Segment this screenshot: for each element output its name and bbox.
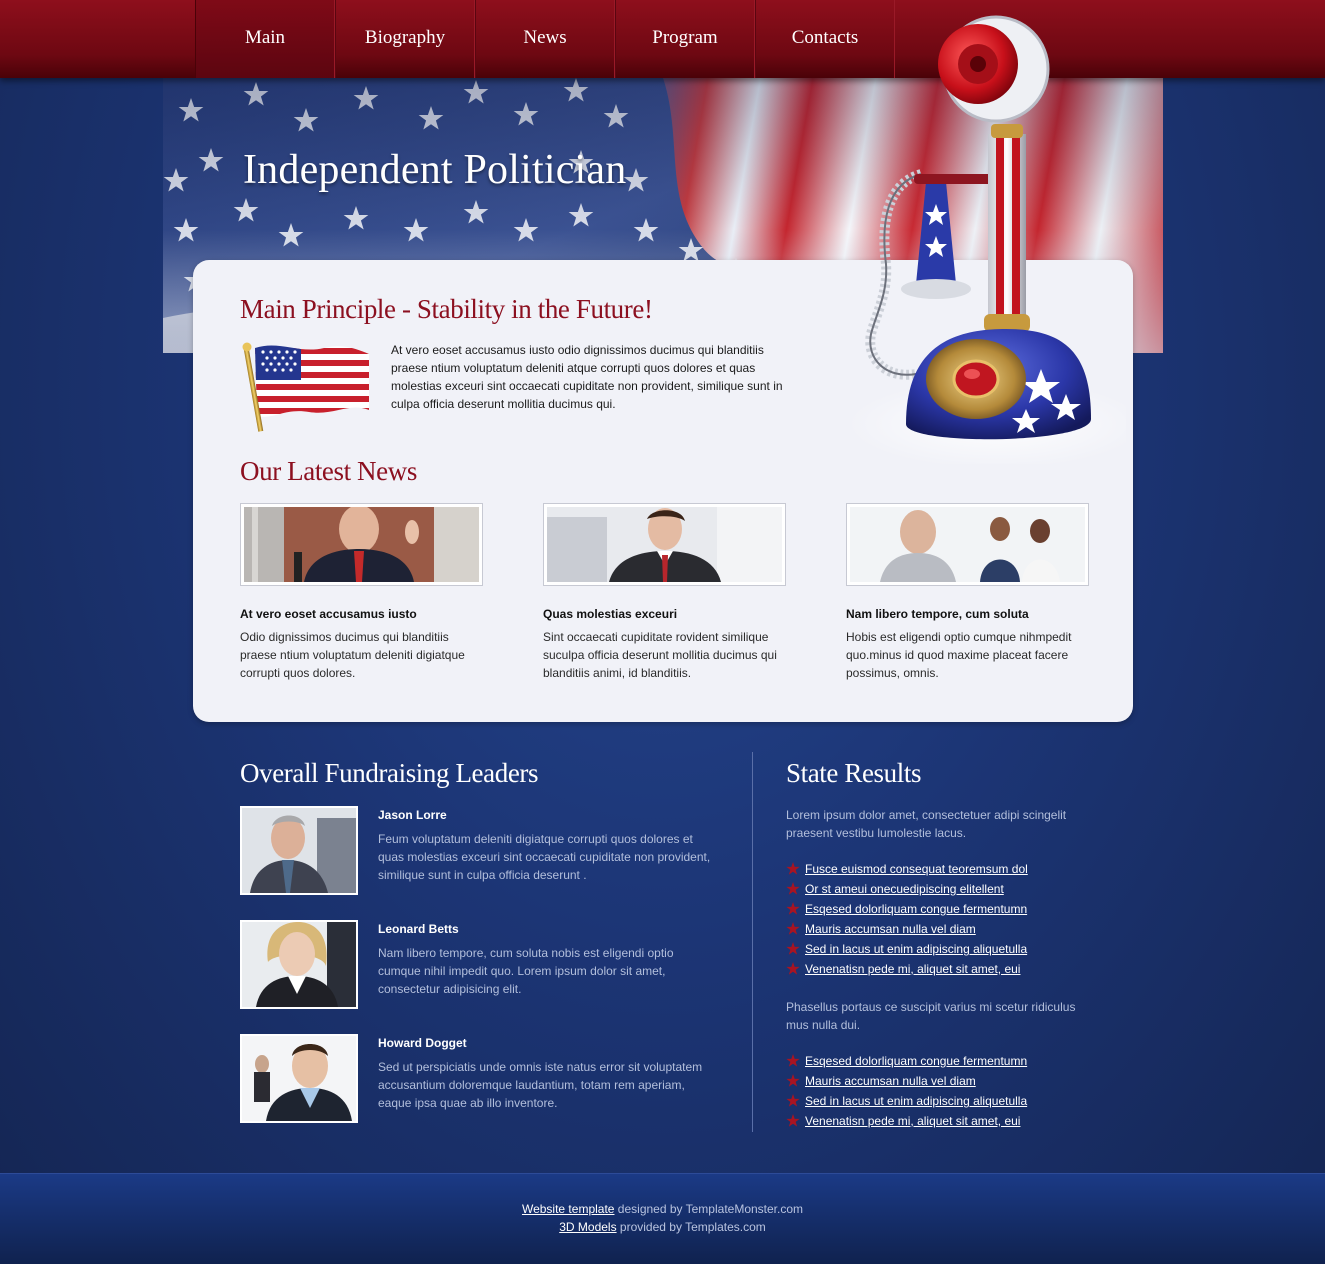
state-intro-text: Lorem ipsum dolor amet, consectetuer adi…: [786, 808, 1067, 840]
star-bullet-icon: [786, 1114, 800, 1127]
nav-item-main[interactable]: Main: [195, 0, 335, 78]
nav-item-program[interactable]: Program: [615, 0, 755, 78]
news-thumbnail[interactable]: [846, 503, 1089, 586]
news-summary: Hobis est eligendi optio cumque nihmpedi…: [846, 630, 1072, 680]
site-title: Independent Politician: [243, 147, 627, 193]
nav-item-biography[interactable]: Biography: [335, 0, 475, 78]
footer-credit-text: designed by TemplateMonster.com: [614, 1202, 804, 1216]
news-headline[interactable]: Quas molestias exceuri: [543, 607, 786, 621]
footer-models-line: 3D Models provided by Templates.com: [0, 1220, 1325, 1234]
state-link[interactable]: Sed in lacus ut enim adipiscing aliquetu…: [805, 1094, 1027, 1108]
state-link[interactable]: Fusce euismod consequat teoremsum dol: [805, 862, 1028, 876]
leader-name[interactable]: Leonard Betts: [378, 922, 459, 936]
list-item: Esqesed dolorliquam congue fermentumn: [786, 1051, 1027, 1071]
leader-photo[interactable]: [240, 920, 358, 1009]
news-photo-3: [850, 507, 1085, 582]
state-middle-text: Phasellus portaus ce suscipit varius mi …: [786, 1000, 1076, 1032]
leader-description: Feum voluptatum deleniti digiatque corru…: [378, 832, 711, 882]
state-link[interactable]: Or st ameui onecuedipiscing elitellent: [805, 882, 1004, 896]
top-navigation-bar: Main Biography News Program Contacts: [0, 0, 1325, 78]
state-link-list: Fusce euismod consequat teoremsum dol Or…: [786, 859, 1028, 979]
state-link[interactable]: Mauris accumsan nulla vel diam: [805, 922, 976, 936]
candlestick-phone-illustration: [846, 15, 1126, 464]
list-item: Fusce euismod consequat teoremsum dol: [786, 859, 1028, 879]
leader-photo[interactable]: [240, 806, 358, 895]
news-thumbnail[interactable]: [543, 503, 786, 586]
footer-credit-line: Website template designed by TemplateMon…: [0, 1202, 1325, 1216]
star-bullet-icon: [786, 922, 800, 935]
state-link[interactable]: Venenatisn pede mi, aliquet sit amet, eu…: [805, 1114, 1020, 1128]
column-divider: [752, 752, 753, 1132]
main-nav: Main Biography News Program Contacts: [195, 0, 895, 78]
state-link[interactable]: Esqesed dolorliquam congue fermentumn: [805, 902, 1027, 916]
news-item: Nam libero tempore, cum soluta Hobis est…: [846, 503, 1089, 682]
list-item: Mauris accumsan nulla vel diam: [786, 1071, 1027, 1091]
website-template-link[interactable]: Website template: [522, 1202, 615, 1216]
state-link-list-2: Esqesed dolorliquam congue fermentumn Ma…: [786, 1051, 1027, 1131]
footer: Website template designed by TemplateMon…: [0, 1173, 1325, 1264]
list-item: Esqesed dolorliquam congue fermentumn: [786, 899, 1028, 919]
news-headline[interactable]: At vero eoset accusamus iusto: [240, 607, 483, 621]
star-bullet-icon: [786, 1094, 800, 1107]
list-item: Or st ameui onecuedipiscing elitellent: [786, 879, 1028, 899]
state-link[interactable]: Mauris accumsan nulla vel diam: [805, 1074, 976, 1088]
state-results-heading: State Results: [786, 758, 922, 788]
star-bullet-icon: [786, 862, 800, 875]
leader-photo[interactable]: [240, 1034, 358, 1123]
leader-description: Sed ut perspiciatis unde omnis iste natu…: [378, 1060, 703, 1110]
news-headline[interactable]: Nam libero tempore, cum soluta: [846, 607, 1089, 621]
star-bullet-icon: [786, 1054, 800, 1067]
footer-models-text: provided by Templates.com: [616, 1220, 766, 1234]
news-thumbnail[interactable]: [240, 503, 483, 586]
leader-name[interactable]: Jason Lorre: [378, 808, 447, 822]
news-photo-1: [244, 507, 479, 582]
news-photo-2: [547, 507, 782, 582]
leaders-heading: Overall Fundraising Leaders: [240, 758, 539, 788]
star-bullet-icon: [786, 1074, 800, 1087]
news-heading: Our Latest News: [240, 456, 417, 486]
state-link[interactable]: Sed in lacus ut enim adipiscing aliquetu…: [805, 942, 1027, 956]
flag-icon: [242, 342, 369, 432]
nav-item-news[interactable]: News: [475, 0, 615, 78]
list-item: Sed in lacus ut enim adipiscing aliquetu…: [786, 1091, 1027, 1111]
news-item: At vero eoset accusamus iusto Odio digni…: [240, 503, 483, 682]
state-link[interactable]: Esqesed dolorliquam congue fermentumn: [805, 1054, 1027, 1068]
star-bullet-icon: [786, 882, 800, 895]
list-item: Venenatisn pede mi, aliquet sit amet, eu…: [786, 959, 1028, 979]
star-bullet-icon: [786, 962, 800, 975]
principle-heading: Main Principle - Stability in the Future…: [240, 294, 653, 324]
news-item: Quas molestias exceuri Sint occaecati cu…: [543, 503, 786, 682]
list-item: Mauris accumsan nulla vel diam: [786, 919, 1028, 939]
principle-text: At vero eoset accusamus iusto odio digni…: [391, 343, 783, 411]
news-summary: Odio dignissimos ducimus qui blanditiis …: [240, 630, 465, 680]
leader-description: Nam libero tempore, cum soluta nobis est…: [378, 946, 674, 996]
leader-name[interactable]: Howard Dogget: [378, 1036, 467, 1050]
3d-models-link[interactable]: 3D Models: [559, 1220, 616, 1234]
list-item: Venenatisn pede mi, aliquet sit amet, eu…: [786, 1111, 1027, 1131]
news-summary: Sint occaecati cupiditate rovident simil…: [543, 630, 777, 680]
star-bullet-icon: [786, 942, 800, 955]
state-link[interactable]: Venenatisn pede mi, aliquet sit amet, eu…: [805, 962, 1020, 976]
star-bullet-icon: [786, 902, 800, 915]
list-item: Sed in lacus ut enim adipiscing aliquetu…: [786, 939, 1028, 959]
